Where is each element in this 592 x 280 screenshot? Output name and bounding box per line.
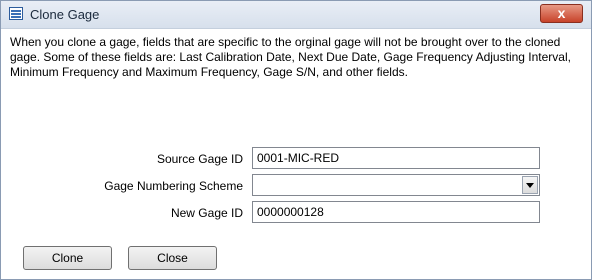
clone-button[interactable]: Clone	[23, 246, 112, 270]
clone-gage-dialog: Clone Gage x When you clone a gage, fiel…	[0, 0, 592, 280]
chevron-down-icon	[526, 183, 534, 188]
gage-numbering-scheme-label: Gage Numbering Scheme	[104, 179, 243, 193]
close-window-button[interactable]: x	[540, 4, 583, 23]
gage-numbering-scheme-select[interactable]	[252, 174, 540, 196]
title-bar[interactable]: Clone Gage x	[1, 1, 591, 29]
clone-description: When you clone a gage, fields that are s…	[10, 35, 571, 79]
new-gage-id-field[interactable]: 0000000128	[252, 201, 540, 223]
close-icon: x	[557, 5, 566, 21]
dropdown-button[interactable]	[522, 176, 538, 194]
source-gage-id-field[interactable]: 0001-MIC-RED	[252, 147, 540, 169]
window-title: Clone Gage	[30, 7, 100, 22]
new-gage-id-label: New Gage ID	[170, 206, 243, 220]
form-window-icon	[9, 7, 23, 20]
source-gage-id-label: Source Gage ID	[156, 152, 243, 166]
close-button[interactable]: Close	[128, 246, 217, 270]
